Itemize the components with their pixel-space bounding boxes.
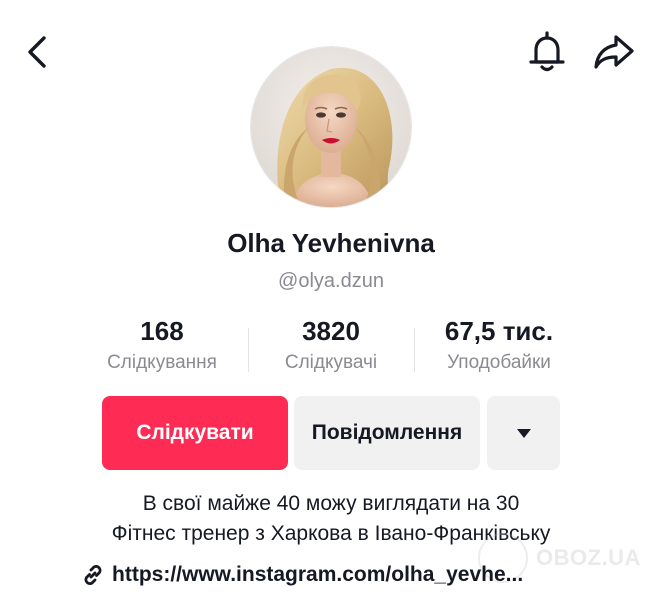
stat-likes[interactable]: 67,5 тис. Уподобайки — [428, 314, 570, 377]
back-button[interactable] — [22, 32, 54, 72]
display-name: Olha Yevhenivna — [227, 228, 435, 258]
caret-down-icon — [516, 429, 531, 438]
stat-following-value: 168 — [140, 316, 184, 346]
bio-link[interactable]: https://www.instagram.com/olha_yevhe... — [80, 558, 600, 592]
stat-followers-label: Слідкувачі — [284, 352, 378, 373]
stat-following[interactable]: 168 Слідкування — [90, 314, 234, 377]
username-handle: @olya.dzun — [278, 270, 384, 292]
chevron-left-icon — [28, 36, 46, 68]
message-button[interactable]: Повідомлення — [294, 396, 480, 470]
profile-photo — [251, 47, 411, 207]
stat-divider — [248, 328, 249, 372]
more-options-button[interactable] — [487, 396, 560, 470]
avatar[interactable] — [250, 46, 412, 208]
share-button[interactable] — [592, 32, 636, 72]
stat-followers[interactable]: 3820 Слідкувачі — [266, 314, 396, 377]
stat-likes-value: 67,5 тис. — [444, 316, 554, 346]
stat-followers-value: 3820 — [302, 316, 360, 346]
notifications-button[interactable] — [526, 30, 568, 74]
bell-icon — [529, 31, 565, 72]
bio-link-text[interactable]: https://www.instagram.com/olha_yevhe... — [112, 563, 523, 587]
stat-likes-label: Уподобайки — [447, 352, 551, 373]
stat-following-label: Слідкування — [107, 352, 217, 373]
bio-line: В свої майже 40 можу виглядати на 30 — [142, 492, 520, 515]
stat-divider — [414, 328, 415, 372]
share-arrow-icon — [594, 35, 634, 69]
link-icon — [84, 565, 102, 585]
follow-button[interactable]: Слідкувати — [102, 396, 288, 470]
